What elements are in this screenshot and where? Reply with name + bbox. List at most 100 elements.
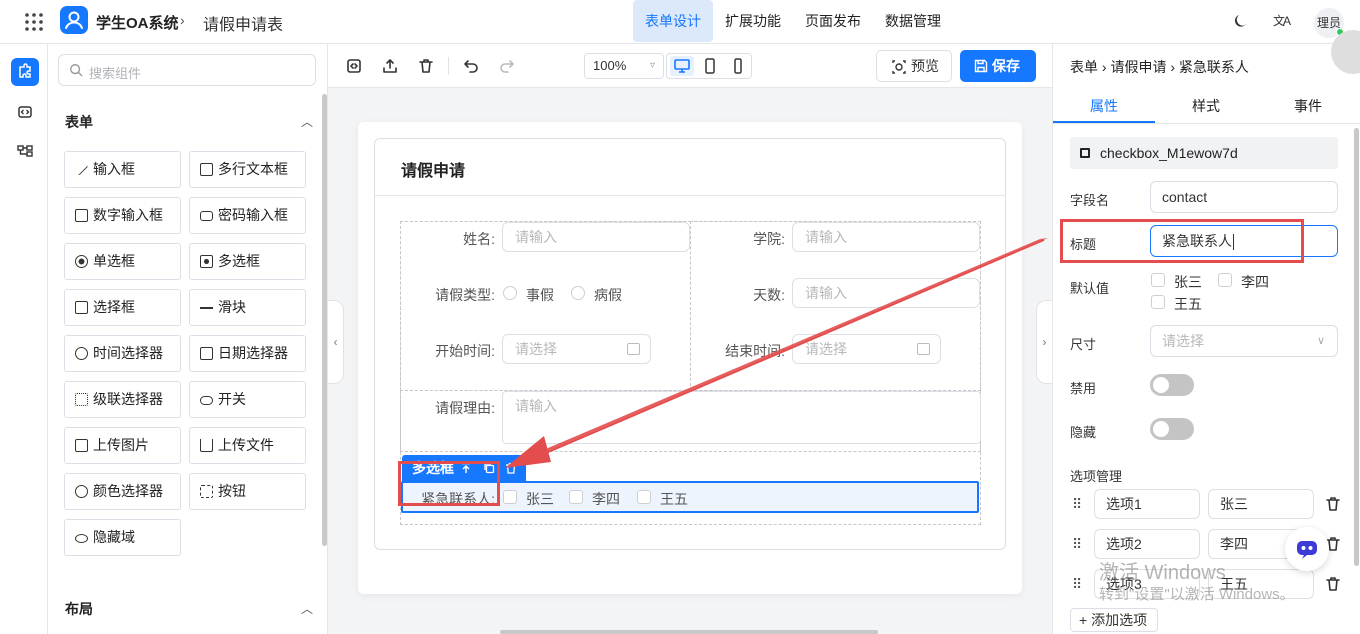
trash-icon[interactable] (418, 58, 434, 74)
robot-icon (1297, 541, 1317, 559)
props-scrollbar[interactable] (1354, 128, 1359, 566)
default-checkbox-lisi[interactable] (1218, 273, 1232, 287)
radio-sick[interactable] (571, 286, 585, 300)
default-checkbox-zhangsan[interactable] (1151, 273, 1165, 287)
zoom-select[interactable]: 100% ▿ (584, 53, 664, 79)
trash-icon[interactable] (1325, 496, 1341, 512)
option-1-value[interactable]: 张三 (1208, 489, 1314, 519)
component-upload-file[interactable]: 上传文件 (189, 427, 306, 464)
component-checkbox[interactable]: 多选框 (189, 243, 306, 280)
drag-handle-icon[interactable]: ⠿ (1072, 536, 1082, 553)
toolbar-divider (448, 57, 449, 75)
drag-handle-icon[interactable]: ⠿ (1072, 496, 1082, 513)
preview-button[interactable]: 预览 (876, 50, 952, 82)
code-view-icon[interactable] (346, 58, 362, 74)
undo-icon[interactable] (463, 58, 479, 74)
hidden-toggle[interactable] (1150, 418, 1194, 440)
app-logo (60, 6, 88, 34)
apps-grid-icon[interactable] (24, 12, 44, 32)
add-option-button[interactable]: + 添加选项 (1070, 608, 1158, 632)
default-lisi-label: 李四 (1241, 274, 1269, 290)
trash-icon[interactable] (1325, 576, 1341, 592)
save-button[interactable]: 保存 (960, 50, 1036, 82)
component-slider[interactable]: 滑块 (189, 289, 306, 326)
component-number[interactable]: 数字输入框 (64, 197, 181, 234)
canvas-scrollbar[interactable] (500, 630, 878, 634)
component-textarea[interactable]: 多行文本框 (189, 151, 306, 188)
component-hidden[interactable]: 隐藏域 (64, 519, 181, 556)
component-cascader[interactable]: 级联选择器 (64, 381, 181, 418)
name-input[interactable]: 请输入 (502, 222, 690, 252)
option-1-key[interactable]: 选项1 (1094, 489, 1200, 519)
language-icon[interactable]: 文A (1273, 12, 1291, 29)
component-password[interactable]: 密码输入框 (189, 197, 306, 234)
radio-personal-label: 事假 (526, 287, 554, 303)
component-input[interactable]: 输入框 (64, 151, 181, 188)
section-title-form: 表单 (65, 114, 93, 130)
collapse-left-panel-button[interactable]: ‹ (328, 300, 344, 384)
delete-icon[interactable] (505, 462, 517, 474)
props-breadcrumb: 表单 › 请假申请 › 紧急联系人 (1070, 59, 1249, 75)
component-upload-image[interactable]: 上传图片 (64, 427, 181, 464)
nav-tab-form-design[interactable]: 表单设计 (633, 0, 713, 42)
field-name-input[interactable]: contact (1150, 181, 1338, 213)
clock-icon (75, 347, 88, 360)
radio-personal[interactable] (503, 286, 517, 300)
disabled-toggle[interactable] (1150, 374, 1194, 396)
app-name: 学生OA系统 (96, 15, 179, 32)
field-name-label: 字段名 (1070, 193, 1110, 208)
end-time-picker[interactable]: 请选择 (792, 334, 941, 364)
nav-tab-extensions[interactable]: 扩展功能 (713, 0, 793, 42)
mobile-view-button[interactable] (726, 56, 750, 76)
checkbox-lisi[interactable] (569, 490, 583, 504)
chevron-up-icon[interactable]: ︿ (301, 600, 313, 617)
switch-icon (200, 396, 213, 405)
chevron-up-icon[interactable]: ︿ (301, 113, 313, 130)
page-title: 请假申请表 (203, 17, 284, 34)
default-checkbox-wangwu[interactable] (1151, 295, 1165, 309)
tab-styles[interactable]: 样式 (1192, 96, 1220, 116)
checkbox-zhangsan[interactable] (503, 490, 517, 504)
dark-mode-icon[interactable] (1233, 13, 1249, 29)
default-zhangsan-label: 张三 (1174, 274, 1202, 290)
rail-tree[interactable] (11, 138, 39, 166)
tablet-view-button[interactable] (698, 56, 722, 76)
default-wangwu-label: 王五 (1174, 296, 1202, 312)
component-time[interactable]: 时间选择器 (64, 335, 181, 372)
cascader-icon (75, 393, 88, 406)
college-input[interactable]: 请输入 (792, 222, 980, 252)
component-select[interactable]: 选择框 (64, 289, 181, 326)
nav-tab-data[interactable]: 数据管理 (873, 0, 953, 42)
assistant-bot-button[interactable] (1285, 527, 1329, 571)
collapse-right-panel-button[interactable]: › (1036, 300, 1052, 384)
chevron-down-icon: ∨ (1316, 335, 1325, 347)
component-date[interactable]: 日期选择器 (189, 335, 306, 372)
tab-events[interactable]: 事件 (1294, 96, 1322, 116)
component-radio[interactable]: 单选框 (64, 243, 181, 280)
nav-tab-publish[interactable]: 页面发布 (793, 0, 873, 42)
number-icon (75, 209, 88, 222)
drag-handle-icon[interactable]: ⠿ (1072, 576, 1082, 593)
component-color[interactable]: 颜色选择器 (64, 473, 181, 510)
export-icon[interactable] (382, 58, 398, 74)
component-button[interactable]: 按钮 (189, 473, 306, 510)
reason-textarea[interactable]: 请输入 (502, 391, 981, 444)
size-label: 尺寸 (1070, 337, 1097, 352)
search-input[interactable]: 搜索组件 (58, 54, 316, 86)
checkbox-wangwu[interactable] (637, 490, 651, 504)
panel-scrollbar[interactable] (322, 94, 327, 546)
component-switch[interactable]: 开关 (189, 381, 306, 418)
rail-components[interactable] (11, 58, 39, 86)
desktop-view-button[interactable] (670, 56, 694, 76)
device-switcher (666, 53, 752, 79)
tab-attributes[interactable]: 属性 (1090, 96, 1118, 116)
option-2-key[interactable]: 选项2 (1094, 529, 1200, 559)
redo-icon[interactable] (499, 58, 515, 74)
rail-code[interactable] (11, 98, 39, 126)
save-icon (974, 59, 988, 73)
properties-panel: 表单 › 请假申请 › 紧急联系人 属性 样式 事件 checkbox_M1ew… (1052, 30, 1360, 634)
days-input[interactable]: 请输入 (792, 278, 980, 308)
size-select[interactable]: 请选择 ∨ (1150, 325, 1338, 357)
start-time-picker[interactable]: 请选择 (502, 334, 651, 364)
windows-watermark-title: 激活 Windows (1099, 562, 1226, 584)
